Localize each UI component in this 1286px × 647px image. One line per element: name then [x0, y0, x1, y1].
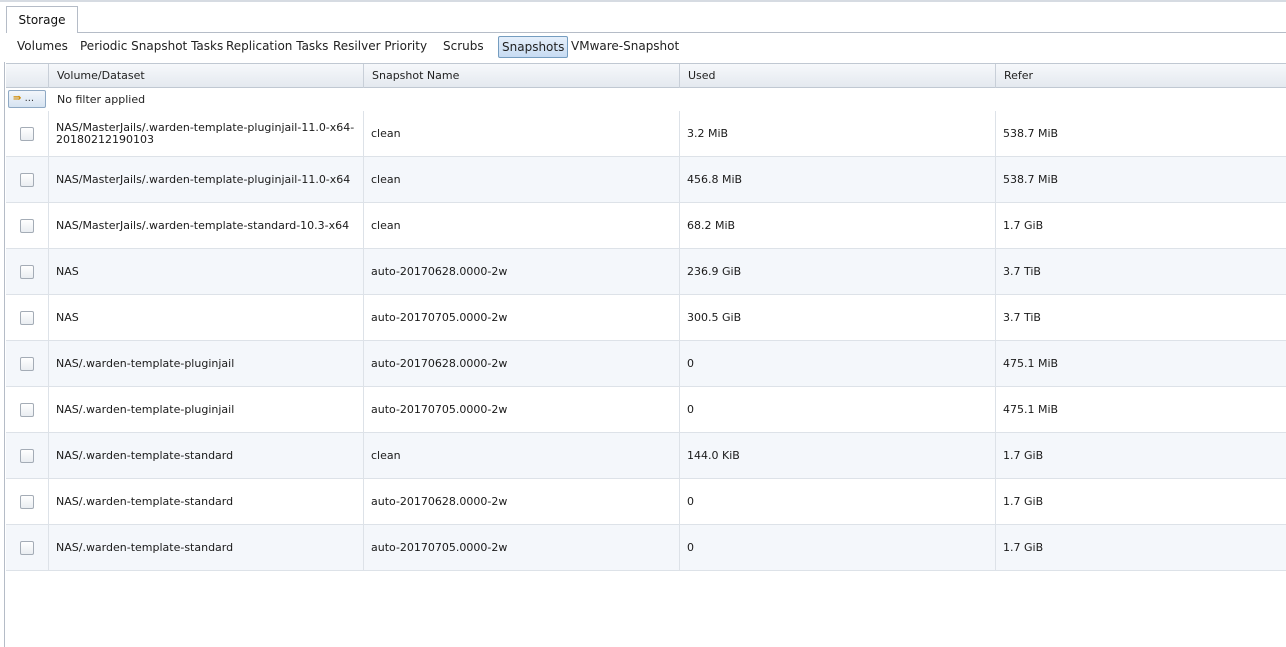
row-checkbox[interactable]	[20, 173, 34, 187]
tab-storage[interactable]: Storage	[6, 6, 78, 33]
cell-snapshot-name: auto-20170705.0000-2w	[363, 525, 679, 570]
cell-used: 0	[679, 341, 995, 386]
cell-used: 3.2 MiB	[679, 111, 995, 156]
cell-snapshot-name: clean	[363, 111, 679, 156]
cell-refer: 1.7 GiB	[995, 479, 1286, 524]
table-row[interactable]: NAS auto-20170628.0000-2w 236.9 GiB 3.7 …	[6, 249, 1286, 295]
header-volume-dataset[interactable]: Volume/Dataset	[48, 64, 363, 88]
filter-status-text: No filter applied	[57, 93, 146, 106]
cell-snapshot-name: clean	[363, 157, 679, 202]
header-snapshot-name[interactable]: Snapshot Name	[363, 64, 679, 88]
cell-refer: 475.1 MiB	[995, 341, 1286, 386]
table-row[interactable]: NAS/.warden-template-pluginjail auto-201…	[6, 387, 1286, 433]
cell-used: 300.5 GiB	[679, 295, 995, 340]
row-checkbox[interactable]	[20, 495, 34, 509]
storage-subtab-bar: Volumes Periodic Snapshot Tasks Replicat…	[0, 36, 1286, 58]
header-select-column	[6, 64, 48, 88]
table-row[interactable]: NAS/.warden-template-standard auto-20170…	[6, 479, 1286, 525]
window-top-border	[0, 0, 1286, 2]
snapshots-grid: Volume/Dataset Snapshot Name Used Refer …	[6, 63, 1286, 571]
cell-snapshot-name: auto-20170705.0000-2w	[363, 387, 679, 432]
cell-dataset: NAS/MasterJails/.warden-template-pluginj…	[48, 157, 363, 202]
cell-used: 0	[679, 525, 995, 570]
table-row[interactable]: NAS/MasterJails/.warden-template-standar…	[6, 203, 1286, 249]
cell-used: 236.9 GiB	[679, 249, 995, 294]
header-refer[interactable]: Refer	[995, 64, 1286, 88]
subtab-vmware-snapshot[interactable]: VMware-Snapshot	[571, 36, 679, 58]
cell-snapshot-name: auto-20170705.0000-2w	[363, 295, 679, 340]
cell-used: 456.8 MiB	[679, 157, 995, 202]
cell-dataset: NAS/.warden-template-standard	[48, 479, 363, 524]
table-row[interactable]: NAS auto-20170705.0000-2w 300.5 GiB 3.7 …	[6, 295, 1286, 341]
cell-used: 0	[679, 479, 995, 524]
cell-snapshot-name: auto-20170628.0000-2w	[363, 249, 679, 294]
cell-refer: 1.7 GiB	[995, 203, 1286, 248]
cell-used: 0	[679, 387, 995, 432]
cell-refer: 3.7 TiB	[995, 249, 1286, 294]
cell-snapshot-name: auto-20170628.0000-2w	[363, 479, 679, 524]
cell-refer: 3.7 TiB	[995, 295, 1286, 340]
row-checkbox[interactable]	[20, 357, 34, 371]
tab-strip-divider	[78, 32, 1286, 33]
cell-refer: 1.7 GiB	[995, 433, 1286, 478]
subtab-volumes[interactable]: Volumes	[17, 36, 68, 58]
table-row[interactable]: NAS/.warden-template-standard clean 144.…	[6, 433, 1286, 479]
table-row[interactable]: NAS/.warden-template-pluginjail auto-201…	[6, 341, 1286, 387]
subtab-periodic-snapshot-tasks[interactable]: Periodic Snapshot Tasks	[80, 36, 223, 58]
header-used[interactable]: Used	[679, 64, 995, 88]
cell-used: 144.0 KiB	[679, 433, 995, 478]
subtab-scrubs[interactable]: Scrubs	[443, 36, 484, 58]
cell-used: 68.2 MiB	[679, 203, 995, 248]
cell-refer: 1.7 GiB	[995, 525, 1286, 570]
cell-snapshot-name: clean	[363, 203, 679, 248]
subtab-replication-tasks[interactable]: Replication Tasks	[226, 36, 328, 58]
cell-dataset: NAS/.warden-template-standard	[48, 433, 363, 478]
cell-snapshot-name: clean	[363, 433, 679, 478]
cell-refer: 538.7 MiB	[995, 111, 1286, 156]
row-checkbox[interactable]	[20, 449, 34, 463]
row-checkbox[interactable]	[20, 219, 34, 233]
cell-dataset: NAS/MasterJails/.warden-template-pluginj…	[48, 111, 363, 156]
cell-dataset: NAS	[48, 295, 363, 340]
table-row[interactable]: NAS/.warden-template-standard auto-20170…	[6, 525, 1286, 571]
row-checkbox[interactable]	[20, 127, 34, 141]
filter-button-label: ...	[24, 93, 35, 104]
row-checkbox[interactable]	[20, 265, 34, 279]
filter-row: ⇛ ... No filter applied	[6, 88, 1286, 111]
cell-refer: 475.1 MiB	[995, 387, 1286, 432]
cell-dataset: NAS/MasterJails/.warden-template-standar…	[48, 203, 363, 248]
grid-body: NAS/MasterJails/.warden-template-pluginj…	[6, 111, 1286, 571]
cell-dataset: NAS/.warden-template-pluginjail	[48, 387, 363, 432]
cell-dataset: NAS/.warden-template-pluginjail	[48, 341, 363, 386]
row-checkbox[interactable]	[20, 311, 34, 325]
row-checkbox[interactable]	[20, 403, 34, 417]
table-row[interactable]: NAS/MasterJails/.warden-template-pluginj…	[6, 111, 1286, 157]
table-row[interactable]: NAS/MasterJails/.warden-template-pluginj…	[6, 157, 1286, 203]
cell-dataset: NAS	[48, 249, 363, 294]
filter-button[interactable]: ⇛ ...	[8, 90, 46, 108]
cell-snapshot-name: auto-20170628.0000-2w	[363, 341, 679, 386]
row-checkbox[interactable]	[20, 541, 34, 555]
cell-dataset: NAS/.warden-template-standard	[48, 525, 363, 570]
filter-arrow-icon: ⇛	[13, 93, 22, 104]
panel-left-border	[4, 62, 5, 647]
subtab-resilver-priority[interactable]: Resilver Priority	[333, 36, 427, 58]
grid-header-row: Volume/Dataset Snapshot Name Used Refer	[6, 63, 1286, 88]
subtab-snapshots[interactable]: Snapshots	[498, 36, 569, 58]
cell-refer: 538.7 MiB	[995, 157, 1286, 202]
